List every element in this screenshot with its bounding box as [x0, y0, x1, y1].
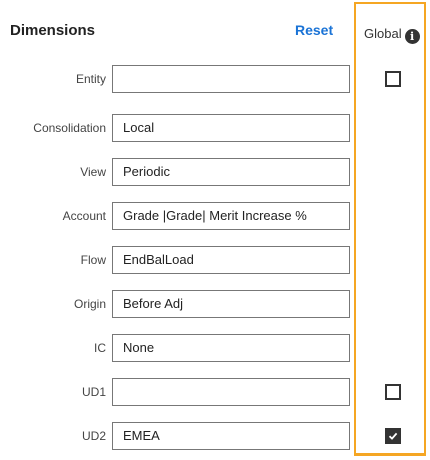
ud2-field[interactable]: EMEA — [112, 422, 350, 450]
global-label: Global — [364, 26, 402, 41]
row-origin: Origin Before Adj — [0, 290, 352, 318]
ic-field[interactable]: None — [112, 334, 350, 362]
global-header: Global i — [364, 26, 420, 44]
flow-label: Flow — [80, 253, 106, 267]
account-field[interactable]: Grade |Grade| Merit Increase % — [112, 202, 350, 230]
row-ud2: UD2 EMEA — [0, 422, 352, 450]
row-consolidation: Consolidation Local — [0, 114, 352, 142]
origin-label: Origin — [73, 297, 106, 311]
view-label: View — [80, 165, 106, 179]
view-field[interactable]: Periodic — [112, 158, 350, 186]
row-account: Account Grade |Grade| Merit Increase % — [0, 202, 352, 230]
ud1-global-checkbox[interactable] — [385, 384, 401, 400]
row-entity: Entity — [0, 65, 352, 93]
flow-field[interactable]: EndBalLoad — [112, 246, 350, 274]
entity-label: Entity — [75, 72, 106, 86]
row-view: View Periodic — [0, 158, 352, 186]
ud2-global-checkbox[interactable] — [385, 428, 401, 444]
ic-label: IC — [94, 341, 106, 355]
reset-link[interactable]: Reset — [295, 22, 333, 38]
entity-field[interactable] — [112, 65, 350, 93]
panel-title: Dimensions — [10, 22, 96, 39]
ud1-field[interactable] — [112, 378, 350, 406]
row-ud1: UD1 — [0, 378, 352, 406]
account-label: Account — [62, 209, 106, 223]
entity-global-checkbox[interactable] — [385, 71, 401, 87]
row-flow: Flow EndBalLoad — [0, 246, 352, 274]
dimensions-panel: Dimensions Reset Global i Entity Consolid… — [0, 0, 430, 460]
consolidation-label: Consolidation — [33, 121, 106, 135]
consolidation-field[interactable]: Local — [112, 114, 350, 142]
origin-field[interactable]: Before Adj — [112, 290, 350, 318]
row-ic: IC None — [0, 334, 352, 362]
info-icon[interactable]: i — [404, 29, 420, 44]
ud2-label: UD2 — [81, 429, 106, 443]
ud1-label: UD1 — [81, 385, 106, 399]
checkmark-icon — [388, 432, 398, 440]
